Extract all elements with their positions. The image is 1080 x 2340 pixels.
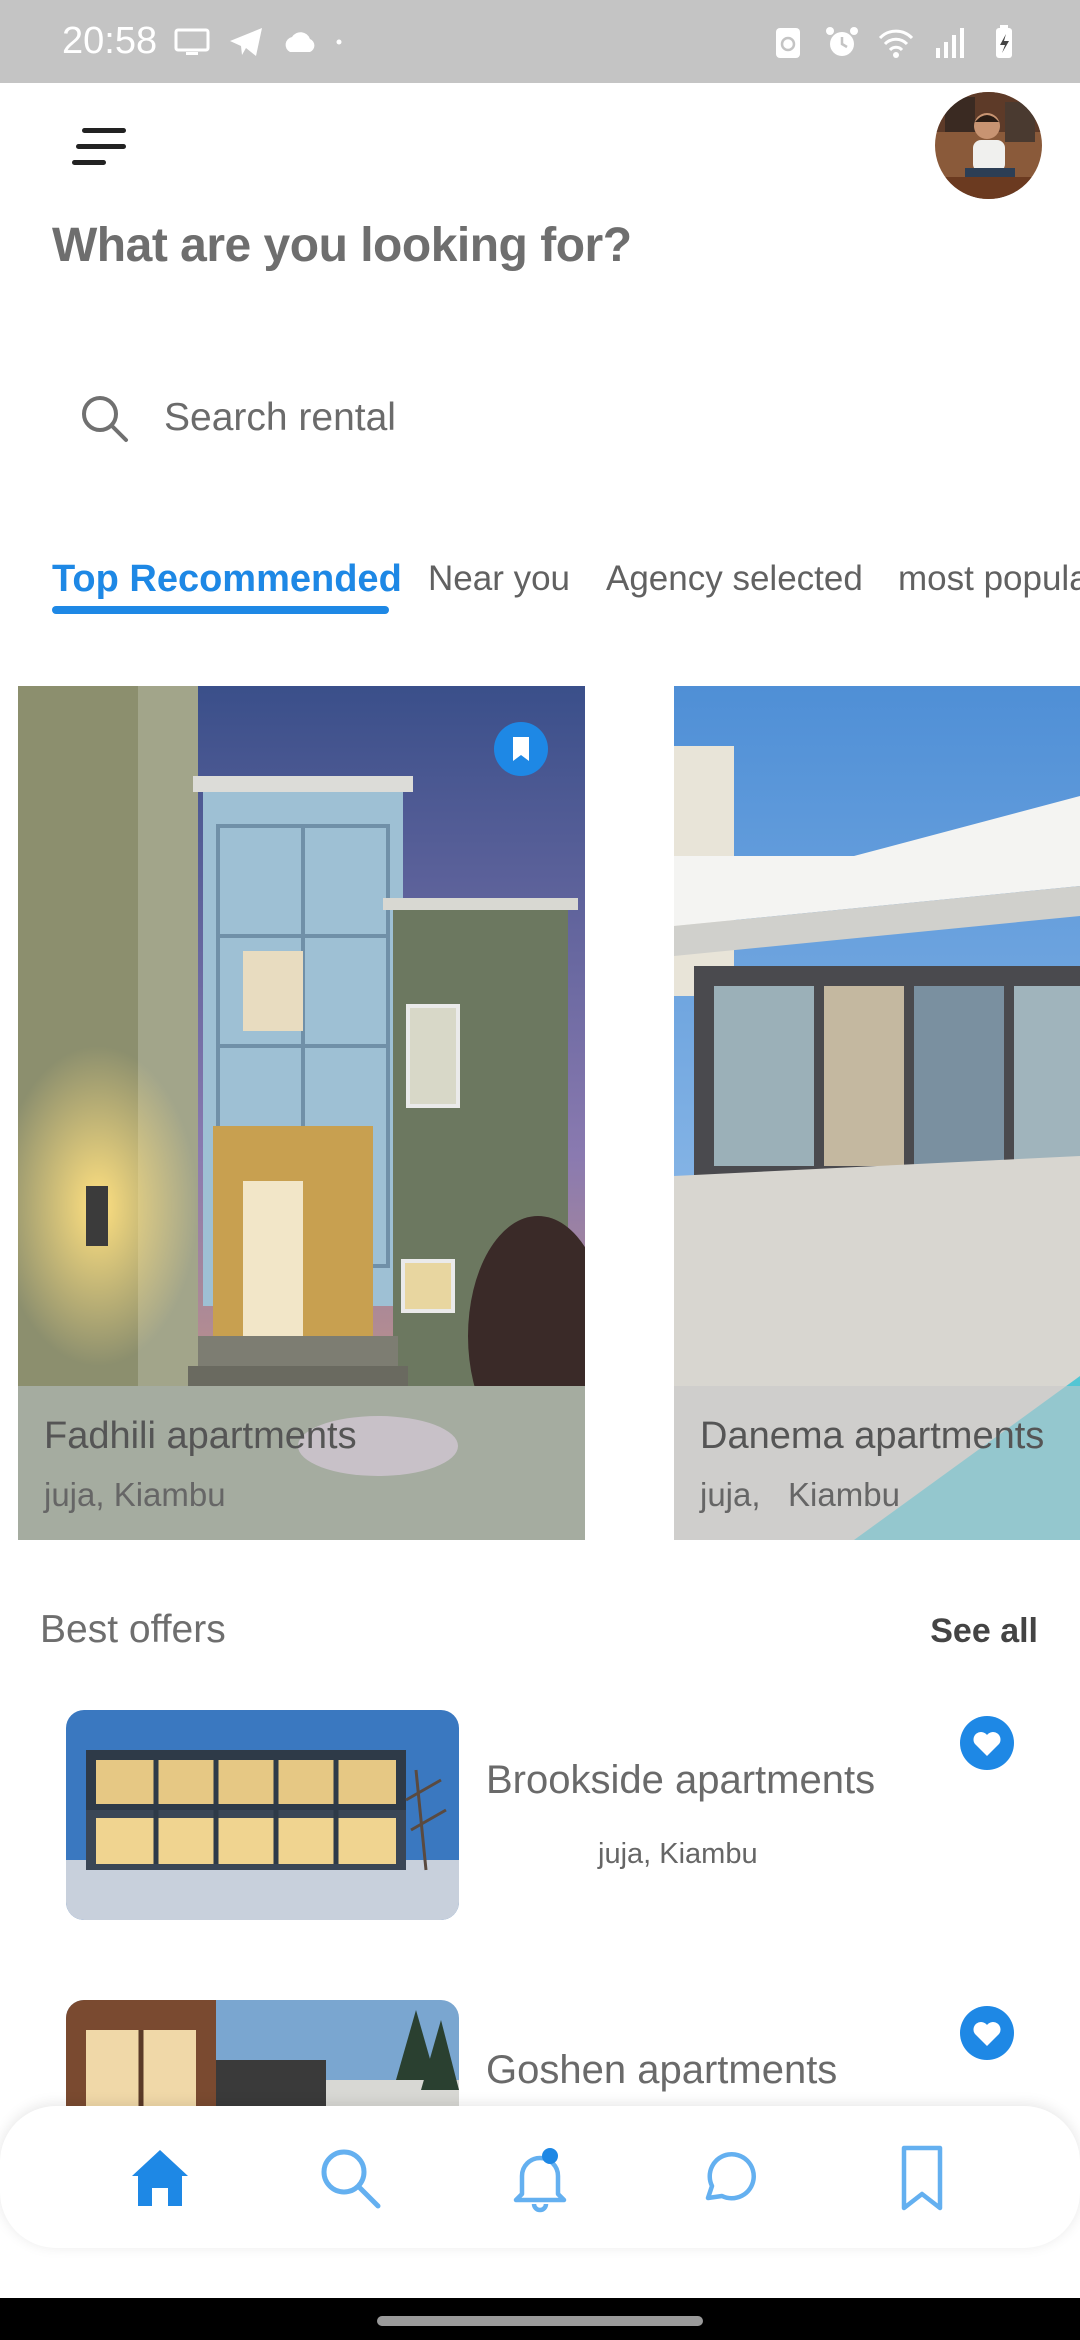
profile-avatar[interactable] [935,92,1042,199]
card-title: Fadhili apartments [44,1415,357,1457]
card-title: Danema apartments [700,1415,1045,1457]
home-gesture-pill[interactable] [377,2316,703,2326]
offer-title: Brookside apartments [486,1758,876,1802]
cloud-icon [285,32,315,52]
home-icon[interactable] [124,2142,196,2214]
heart-icon [973,2022,1001,2046]
search-icon [82,396,128,442]
favorite-button[interactable] [960,2006,1014,2060]
status-bar: 20:58 [0,0,1080,83]
battery-icon [996,25,1012,58]
category-tabs: Top Recommended Near you Agency selected… [52,550,1080,620]
featured-card[interactable]: Danema apartments juja, Kiambu [674,686,1080,1540]
card-caption-overlay [18,1386,585,1540]
bell-icon[interactable] [504,2142,576,2214]
screen-cast-icon [174,28,210,55]
tab-agency-selected[interactable]: Agency selected [606,550,863,608]
offer-item[interactable]: Brookside apartments juja, Kiambu [0,1710,1080,1930]
wifi-icon [878,29,914,58]
system-navigation-bar [0,2298,1080,2340]
bottom-navigation [0,2106,1080,2248]
tab-most-popular[interactable]: most popular [898,550,1080,608]
telegram-icon [230,28,262,56]
best-offers-title: Best offers [40,1608,226,1651]
card-caption-overlay [674,1386,1080,1540]
search-icon[interactable] [314,2142,386,2214]
bookmark-icon [513,737,529,761]
featured-card[interactable]: Fadhili apartments juja, Kiambu [18,686,585,1540]
chat-icon[interactable] [694,2142,766,2214]
heart-icon [973,1732,1001,1756]
bookmark-icon[interactable] [886,2142,958,2214]
offer-title: Goshen apartments [486,2048,838,2092]
card-location: juja, Kiambu [700,1476,900,1513]
favorite-button[interactable] [960,1716,1014,1770]
offer-thumbnail [66,1710,459,1920]
search-input[interactable] [164,388,964,448]
tab-top-recommended[interactable]: Top Recommended [52,550,402,608]
search-box[interactable] [52,370,1028,466]
active-tab-indicator [52,606,389,614]
page-title: What are you looking for? [52,219,632,272]
offer-location: juja, Kiambu [598,1838,758,1870]
status-time: 20:58 [62,20,158,62]
see-all-link[interactable]: See all [930,1612,1038,1651]
alarm-icon [826,27,858,56]
recycle-icon [776,28,800,58]
status-right-icons [768,22,1024,62]
dot-icon [336,39,342,45]
tab-near-you[interactable]: Near you [428,550,570,608]
signal-icon [936,28,964,58]
bookmark-button[interactable] [494,722,548,776]
menu-icon[interactable] [70,124,134,172]
status-left-icons [172,22,354,62]
card-location: juja, Kiambu [44,1476,226,1513]
